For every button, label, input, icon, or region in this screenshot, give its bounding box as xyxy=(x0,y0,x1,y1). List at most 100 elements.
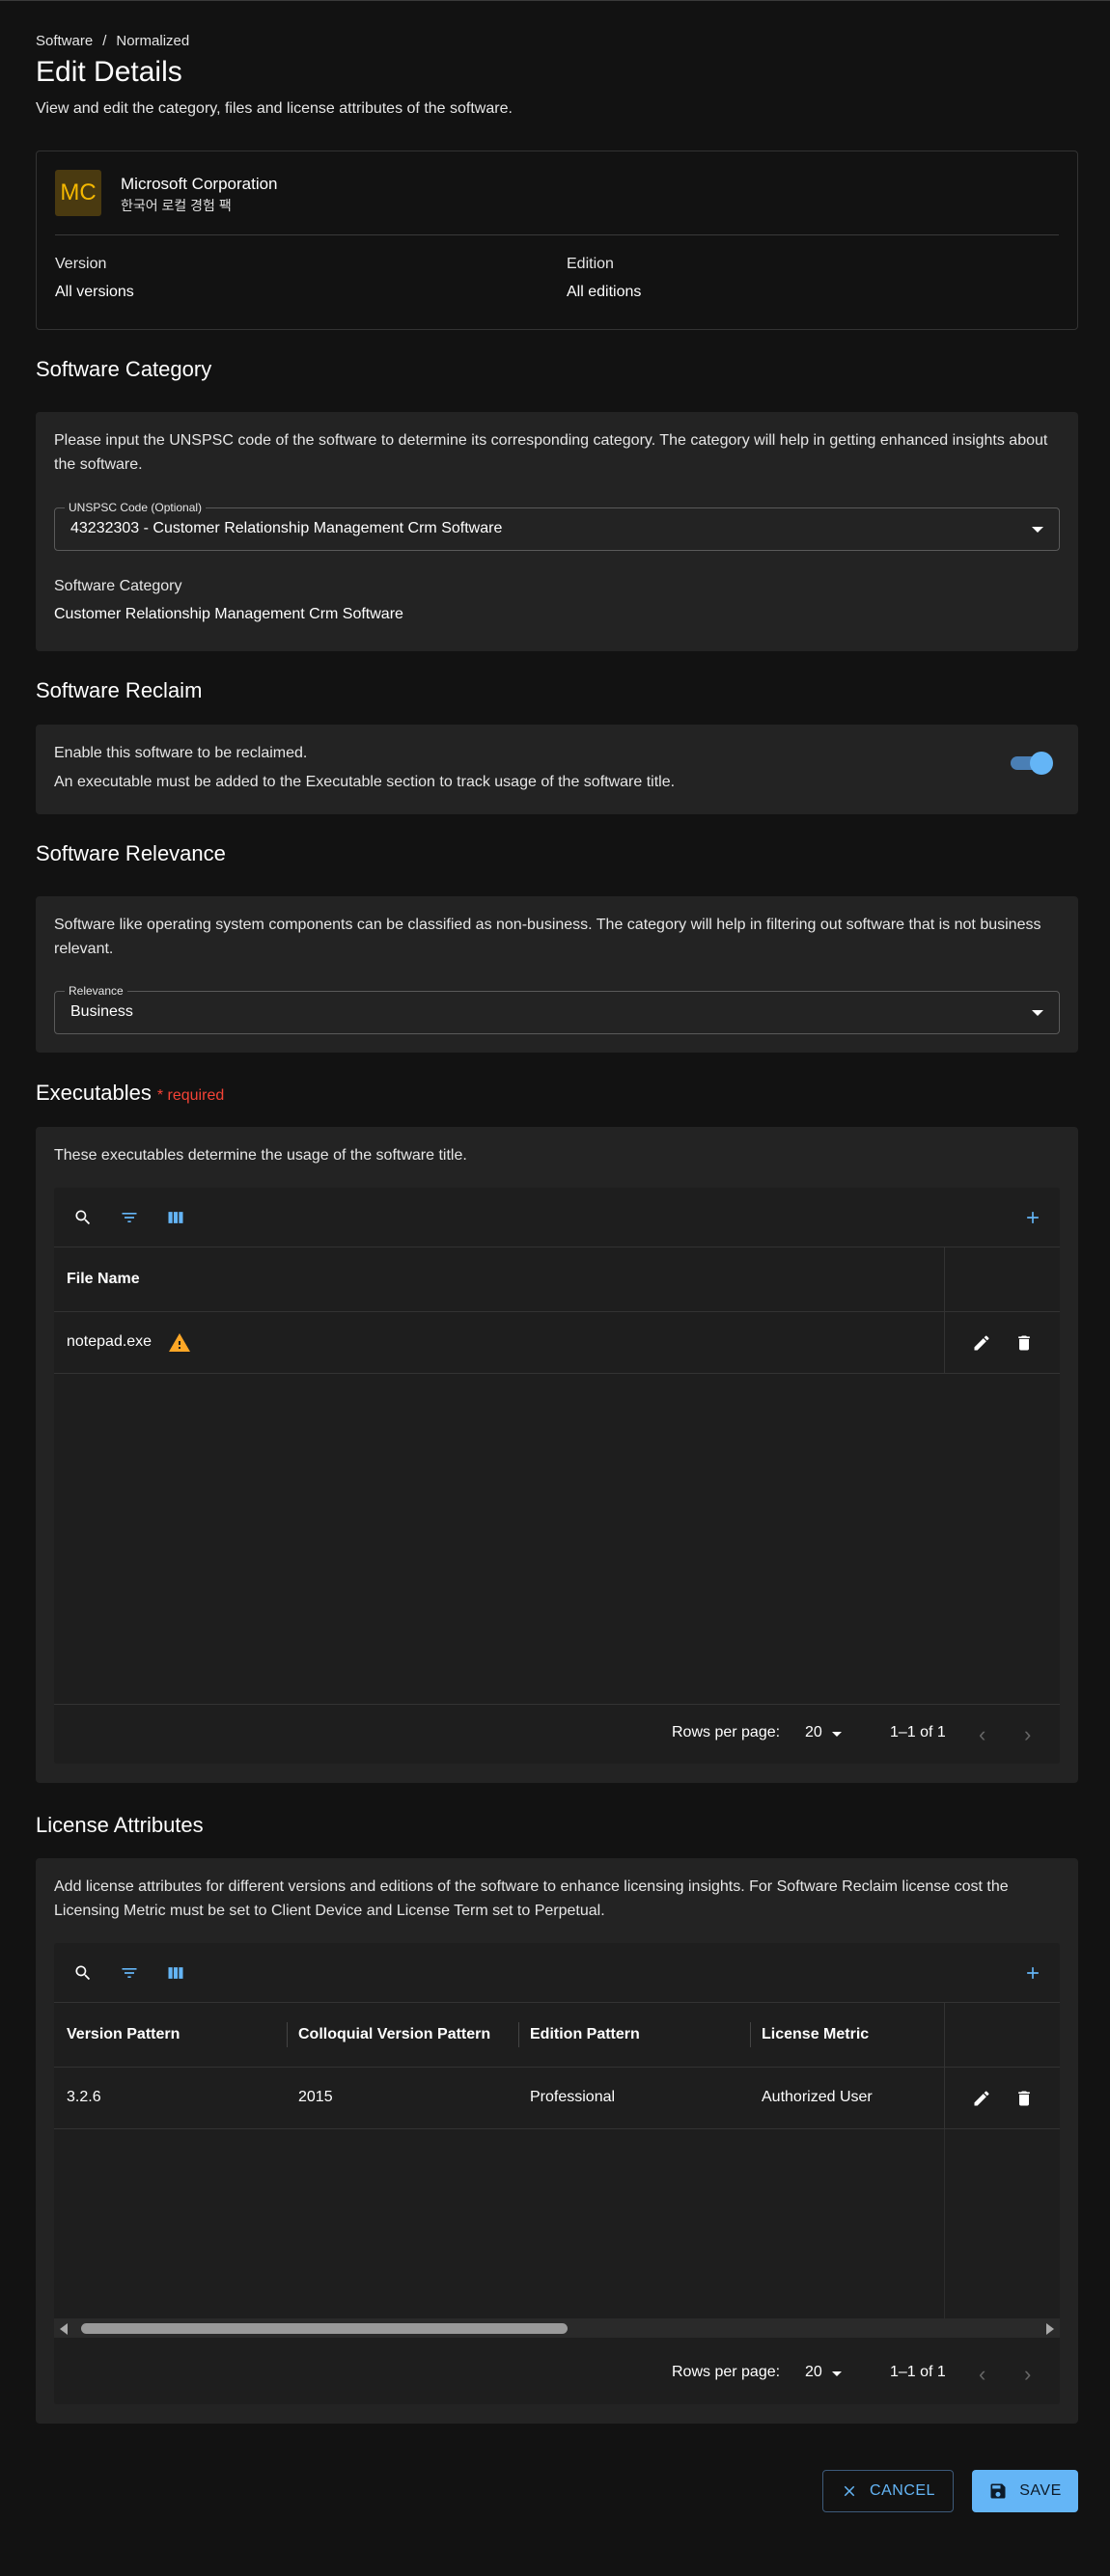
save-label: SAVE xyxy=(1019,2482,1062,2499)
software-summary-card: MC Microsoft Corporation 한국어 로컬 경험 팩 Ver… xyxy=(36,151,1078,330)
filter-icon[interactable] xyxy=(120,1208,139,1227)
cancel-button[interactable]: CANCEL xyxy=(822,2470,954,2512)
summary-divider xyxy=(55,234,1059,235)
add-icon[interactable] xyxy=(1023,1208,1042,1227)
edition-pattern-cell: Professional xyxy=(530,2089,616,2105)
license-header: Version Pattern Colloquial Version Patte… xyxy=(54,2003,1060,2068)
scrollbar-thumb[interactable] xyxy=(81,2323,568,2334)
license-attributes-title: License Attributes xyxy=(36,1813,204,1837)
close-icon xyxy=(844,2485,855,2497)
actions-header xyxy=(944,2003,1060,2067)
pagination-range: 1–1 of 1 xyxy=(890,1724,946,1740)
pinned-column-shadow xyxy=(944,2129,1060,2318)
executables-pagination: Rows per page: 20 1–1 of 1 ‹ › xyxy=(54,1704,1060,1764)
table-row: notepad.exe xyxy=(54,1312,1060,1374)
breadcrumb-software[interactable]: Software xyxy=(36,33,93,49)
search-icon[interactable] xyxy=(73,1963,93,1983)
version-pattern-cell: 3.2.6 xyxy=(67,2089,101,2105)
previous-page-icon[interactable]: ‹ xyxy=(979,2362,985,2387)
software-reclaim-title: Software Reclaim xyxy=(36,678,203,702)
page-title: Edit Details xyxy=(36,56,182,88)
previous-page-icon[interactable]: ‹ xyxy=(979,1722,985,1747)
rows-per-page-label: Rows per page: xyxy=(672,2364,781,2380)
cancel-label: CANCEL xyxy=(870,2482,935,2499)
software-category-card: Please input the UNSPSC code of the soft… xyxy=(36,412,1078,651)
horizontal-scrollbar[interactable] xyxy=(54,2318,1060,2338)
columns-icon[interactable] xyxy=(166,1963,185,1983)
relevance-label: Relevance xyxy=(65,984,127,998)
edition-value: All editions xyxy=(567,284,642,300)
license-description: Add license attributes for different ver… xyxy=(54,1878,1009,1919)
reclaim-line-2: An executable must be added to the Execu… xyxy=(54,774,676,790)
category-description: Please input the UNSPSC code of the soft… xyxy=(54,432,1048,473)
license-pagination: Rows per page: 20 1–1 of 1 ‹ › xyxy=(54,2344,1060,2404)
breadcrumb: Software / Normalized xyxy=(36,33,189,49)
rows-per-page-select[interactable]: 20 xyxy=(805,2364,822,2381)
product-name: 한국어 로컬 경험 팩 xyxy=(121,198,232,213)
software-reclaim-card: Enable this software to be reclaimed. An… xyxy=(36,725,1078,814)
unspsc-code-select[interactable]: UNSPSC Code (Optional) 43232303 - Custom… xyxy=(54,501,1060,551)
executables-card: These executables determine the usage of… xyxy=(36,1127,1078,1783)
executables-title: Executables * required xyxy=(36,1081,224,1106)
reclaim-line-1: Enable this software to be reclaimed. xyxy=(54,745,308,761)
table-row: 3.2.6 2015 Professional Authorized User xyxy=(54,2068,1060,2129)
next-page-icon[interactable]: › xyxy=(1024,2362,1031,2387)
version-value: All versions xyxy=(55,284,134,300)
reclaim-toggle[interactable] xyxy=(1009,752,1053,775)
rows-per-page-label: Rows per page: xyxy=(672,1724,781,1740)
license-metric-cell: Authorized User xyxy=(762,2089,873,2105)
license-attributes-table: Version Pattern Colloquial Version Patte… xyxy=(54,1943,1060,2404)
toggle-thumb xyxy=(1030,752,1053,775)
version-label: Version xyxy=(55,256,107,272)
delete-icon[interactable] xyxy=(1014,2089,1034,2108)
executables-table: File Name notepad.exe Rows per page: 20 … xyxy=(54,1188,1060,1764)
relevance-select[interactable]: Relevance Business xyxy=(54,984,1060,1034)
columns-icon[interactable] xyxy=(166,1208,185,1227)
column-file-name[interactable]: File Name xyxy=(67,1271,140,1288)
publisher-name: Microsoft Corporation xyxy=(121,175,278,193)
executables-description: These executables determine the usage of… xyxy=(54,1147,467,1164)
scroll-left-icon[interactable] xyxy=(60,2323,68,2335)
top-border xyxy=(0,0,1110,1)
save-icon xyxy=(990,2483,1006,2499)
add-icon[interactable] xyxy=(1023,1963,1042,1983)
row-actions xyxy=(944,2068,1060,2128)
unspsc-code-value: 43232303 - Customer Relationship Managem… xyxy=(70,520,503,536)
save-button[interactable]: SAVE xyxy=(972,2470,1078,2512)
file-name-cell: notepad.exe xyxy=(67,1333,153,1350)
caret-down-icon xyxy=(1032,527,1043,533)
edit-icon[interactable] xyxy=(972,1333,991,1353)
scroll-right-icon[interactable] xyxy=(1046,2323,1054,2335)
software-category-label: Software Category xyxy=(54,578,182,594)
page-subtitle: View and edit the category, files and li… xyxy=(36,100,513,117)
column-separator xyxy=(518,2022,519,2047)
delete-icon[interactable] xyxy=(1014,1333,1034,1353)
column-license-metric[interactable]: License Metric xyxy=(762,2026,869,2043)
caret-down-icon xyxy=(832,1732,842,1737)
row-actions xyxy=(944,1312,1060,1373)
filter-icon[interactable] xyxy=(120,1963,139,1983)
edit-icon[interactable] xyxy=(972,2089,991,2108)
publisher-avatar: MC xyxy=(55,170,101,216)
colloquial-version-cell: 2015 xyxy=(298,2089,333,2105)
next-page-icon[interactable]: › xyxy=(1024,1722,1031,1747)
executables-toolbar xyxy=(54,1188,1060,1247)
software-category-title: Software Category xyxy=(36,357,212,381)
edition-label: Edition xyxy=(567,256,614,272)
column-version-pattern[interactable]: Version Pattern xyxy=(67,2026,180,2043)
column-separator xyxy=(750,2022,751,2047)
column-edition-pattern[interactable]: Edition Pattern xyxy=(530,2026,640,2043)
breadcrumb-current: Normalized xyxy=(116,33,190,49)
breadcrumb-separator: / xyxy=(102,33,107,49)
search-icon[interactable] xyxy=(73,1208,93,1227)
warning-icon xyxy=(169,1333,190,1352)
license-attributes-card: Add license attributes for different ver… xyxy=(36,1858,1078,2424)
unspsc-code-label: UNSPSC Code (Optional) xyxy=(65,501,207,514)
software-category-value: Customer Relationship Management Crm Sof… xyxy=(54,606,403,622)
relevance-description: Software like operating system component… xyxy=(54,917,1041,957)
software-relevance-card: Software like operating system component… xyxy=(36,896,1078,1053)
column-colloquial-version-pattern[interactable]: Colloquial Version Pattern xyxy=(298,2026,490,2043)
caret-down-icon xyxy=(1032,1010,1043,1016)
rows-per-page-select[interactable]: 20 xyxy=(805,1724,822,1741)
caret-down-icon xyxy=(832,2371,842,2376)
